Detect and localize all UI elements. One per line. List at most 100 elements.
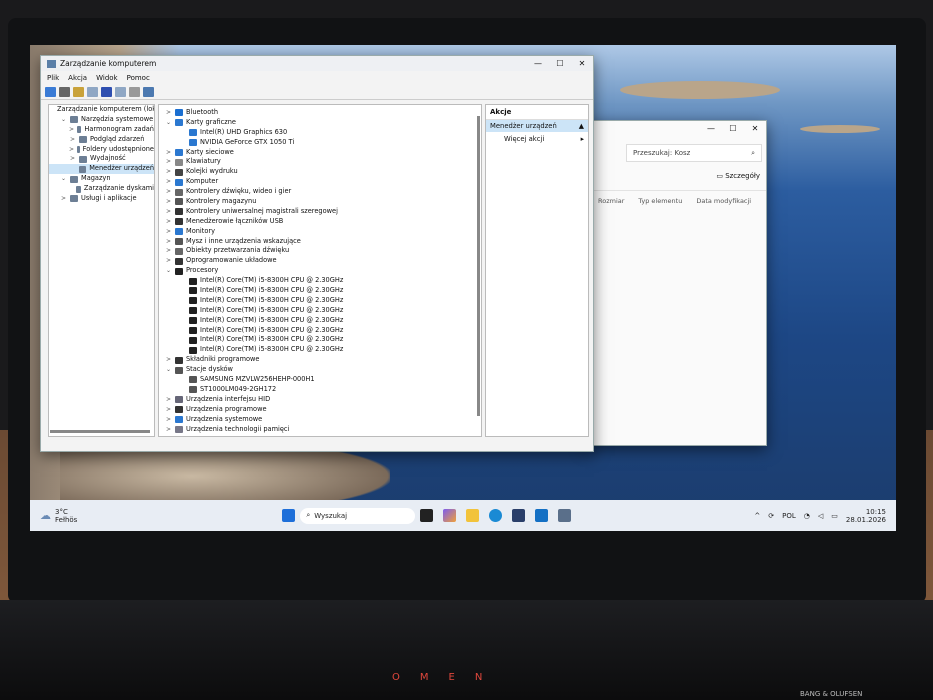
device-item[interactable]: Intel(R) Core(TM) i5-8300H CPU @ 2.30GHz (165, 276, 481, 286)
wifi-icon[interactable]: ◔ (804, 512, 810, 520)
expand-chevron-icon[interactable]: > (60, 194, 67, 204)
expand-chevron-icon[interactable]: > (165, 148, 172, 158)
tree-item[interactable]: > Podgląd zdarzeń (49, 135, 154, 145)
expand-chevron-icon[interactable]: ⌄ (165, 118, 172, 128)
device-item[interactable]: ⌄ Procesory (165, 266, 481, 276)
language-indicator[interactable]: POL (782, 512, 796, 520)
device-item[interactable]: > Oprogramowanie układowe (165, 256, 481, 266)
tree-item[interactable]: > Harmonogram zadań (49, 125, 154, 135)
tree-item[interactable]: > Wydajność (49, 154, 154, 164)
expand-chevron-icon[interactable]: > (69, 125, 74, 135)
device-item[interactable]: > Kontrolery dźwięku, wideo i gier (165, 187, 481, 197)
device-item[interactable]: > Składniki programowe (165, 355, 481, 365)
menu-widok[interactable]: Widok (96, 74, 118, 82)
device-item[interactable]: Intel(R) Core(TM) i5-8300H CPU @ 2.30GHz (165, 286, 481, 296)
device-item[interactable]: > Urządzenia systemowe (165, 415, 481, 425)
expand-chevron-icon[interactable]: > (165, 425, 172, 435)
tree-item[interactable]: ⌄ Magazyn (49, 174, 154, 184)
show-tree-icon[interactable] (87, 87, 98, 97)
expand-chevron-icon[interactable]: > (165, 227, 172, 237)
help-icon[interactable] (101, 87, 112, 97)
task-view-icon[interactable] (420, 509, 434, 522)
clock[interactable]: 10:15 28.01.2026 (846, 508, 886, 524)
device-item[interactable]: ST1000LM049-2GH172 (165, 385, 481, 395)
sync-icon[interactable]: ⟳ (768, 512, 774, 520)
device-item[interactable]: Intel(R) Core(TM) i5-8300H CPU @ 2.30GHz (165, 326, 481, 336)
expand-chevron-icon[interactable]: > (165, 157, 172, 167)
volume-icon[interactable]: ◁ (818, 512, 823, 520)
file-explorer-icon[interactable] (466, 509, 480, 522)
back-icon[interactable] (45, 87, 56, 97)
computer-management-icon[interactable] (558, 509, 572, 522)
device-item[interactable]: Intel(R) Core(TM) i5-8300H CPU @ 2.30GHz (165, 306, 481, 316)
device-item[interactable]: > Kolejki wydruku (165, 167, 481, 177)
explorer-search-input[interactable]: Przeszukaj: Kosz ⌕ (626, 144, 762, 162)
expand-chevron-icon[interactable]: > (165, 177, 172, 187)
store-icon[interactable] (512, 509, 526, 522)
expand-chevron-icon[interactable]: > (165, 207, 172, 217)
monitor-icon[interactable] (143, 87, 154, 97)
copilot-icon[interactable] (443, 509, 457, 522)
expand-chevron-icon[interactable]: ⌄ (60, 115, 67, 125)
chevron-up-icon[interactable]: ^ (754, 512, 760, 520)
device-item[interactable]: > Kontrolery uniwersalnej magistrali szer… (165, 207, 481, 217)
expand-chevron-icon[interactable]: > (165, 395, 172, 405)
minimize-button[interactable]: — (527, 59, 549, 68)
expand-chevron-icon[interactable]: > (165, 405, 172, 415)
expand-chevron-icon[interactable]: > (165, 415, 172, 425)
close-button[interactable]: ✕ (744, 124, 766, 133)
column-rozmiar[interactable]: Rozmiar (598, 197, 624, 205)
expand-chevron-icon[interactable]: > (165, 246, 172, 256)
expand-chevron-icon[interactable]: ⌄ (165, 266, 172, 276)
expand-chevron-icon[interactable]: > (165, 256, 172, 266)
device-item[interactable]: Intel(R) Core(TM) i5-8300H CPU @ 2.30GHz (165, 296, 481, 306)
device-item[interactable]: Intel(R) Core(TM) i5-8300H CPU @ 2.30GHz (165, 316, 481, 326)
battery-icon[interactable]: ▭ (831, 512, 838, 520)
tree-item[interactable]: Zarządzanie komputerem (lokal (49, 105, 154, 115)
expand-chevron-icon[interactable]: > (165, 187, 172, 197)
device-scrollbar[interactable] (477, 116, 480, 416)
start-icon[interactable] (282, 509, 296, 522)
actions-section[interactable]: Menedżer urządzeń ▲ (486, 120, 588, 132)
expand-chevron-icon[interactable]: ⌄ (60, 174, 67, 184)
device-item[interactable]: > Monitory (165, 227, 481, 237)
print-icon[interactable] (129, 87, 140, 97)
device-item[interactable]: > Bluetooth (165, 108, 481, 118)
column-data[interactable]: Data modyfikacji (696, 197, 751, 205)
column-typ[interactable]: Typ elementu (638, 197, 682, 205)
expand-chevron-icon[interactable]: > (69, 135, 76, 145)
expand-chevron-icon[interactable]: > (165, 197, 172, 207)
device-item[interactable]: > Komputer (165, 177, 481, 187)
more-actions[interactable]: Więcej akcji ▸ (486, 132, 588, 143)
close-button[interactable]: ✕ (571, 59, 593, 68)
tree-scrollbar[interactable] (50, 430, 150, 433)
device-item[interactable]: Intel(R) Core(TM) i5-8300H CPU @ 2.30GHz (165, 345, 481, 355)
expand-chevron-icon[interactable]: ⌄ (165, 365, 172, 375)
device-item[interactable]: > Menedżerowie łączników USB (165, 217, 481, 227)
device-item[interactable]: > Urządzenia interfejsu HID (165, 395, 481, 405)
expand-chevron-icon[interactable]: > (165, 217, 172, 227)
maximize-button[interactable]: ☐ (549, 59, 571, 68)
taskbar-search[interactable]: ⌕ Wyszukaj (300, 507, 416, 524)
device-item[interactable]: > Karty sieciowe (165, 148, 481, 158)
tree-item[interactable]: Zarządzanie dyskami (49, 184, 154, 194)
device-item[interactable]: ⌄ Stacje dysków (165, 365, 481, 375)
device-item[interactable]: > Urządzenia technologii pamięci (165, 425, 481, 435)
expand-chevron-icon[interactable]: > (165, 355, 172, 365)
menu-akcja[interactable]: Akcja (68, 74, 87, 82)
device-item[interactable]: Intel(R) UHD Graphics 630 (165, 128, 481, 138)
minimize-button[interactable]: — (700, 124, 722, 133)
device-item[interactable]: > Kontrolery magazynu (165, 197, 481, 207)
expand-chevron-icon[interactable]: > (165, 237, 172, 247)
forward-icon[interactable] (59, 87, 70, 97)
device-item[interactable]: > Obiekty przetwarzania dźwięku (165, 246, 481, 256)
tree-item[interactable]: > Usługi i aplikacje (49, 194, 154, 204)
expand-chevron-icon[interactable]: > (69, 154, 76, 164)
menu-plik[interactable]: Plik (47, 74, 59, 82)
edge-icon[interactable] (489, 509, 503, 522)
outlook-icon[interactable] (535, 509, 549, 522)
up-folder-icon[interactable] (73, 87, 84, 97)
expand-chevron-icon[interactable]: > (165, 108, 172, 118)
device-item[interactable]: ⌄ Karty graficzne (165, 118, 481, 128)
tree-item[interactable]: ⌄ Narzędzia systemowe (49, 115, 154, 125)
